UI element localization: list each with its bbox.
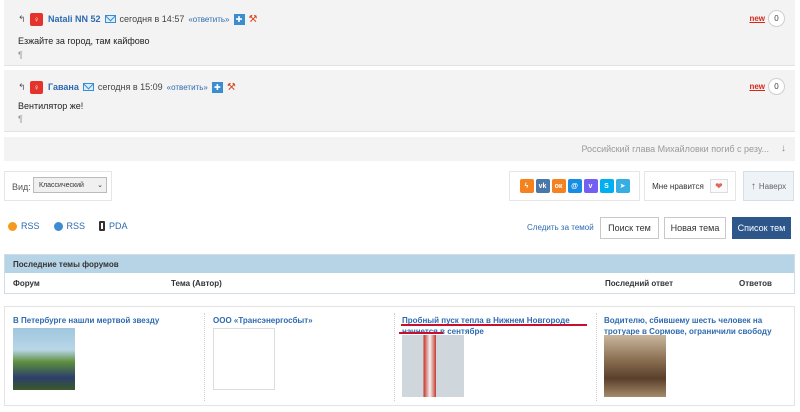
news-card[interactable]: ООО «Трансэнергосбыт» — [213, 315, 393, 326]
arrow-down-icon[interactable]: ↓ — [781, 143, 786, 154]
chevron-down-icon: ⌄ — [97, 182, 103, 189]
forum-table-title: Последние темы форумов — [5, 255, 794, 273]
vk-icon[interactable]: vk — [535, 179, 550, 193]
telegram-icon[interactable]: ➤ — [615, 179, 630, 193]
red-underline-annotation — [399, 332, 443, 334]
search-topics-button[interactable]: Поиск тем — [600, 217, 659, 239]
news-image[interactable] — [402, 335, 464, 397]
rss-link[interactable]: RSS — [21, 221, 40, 231]
forum-table-columns: Форум Тема (Автор) Последний ответ Ответ… — [5, 273, 794, 295]
follow-topic-link[interactable]: Следить за темой — [527, 223, 594, 232]
view-selected-value: Классический — [39, 181, 84, 189]
reply-link[interactable]: «ответить» — [167, 83, 208, 92]
news-image-placeholder[interactable] — [213, 328, 275, 390]
rating-counter[interactable]: 0 — [768, 78, 785, 95]
news-title[interactable]: ООО «Трансэнергосбыт» — [213, 316, 313, 325]
view-label: Вид: — [12, 182, 31, 192]
forum-table: Последние темы форумов Форум Тема (Автор… — [4, 254, 795, 294]
back-to-top-label: Наверх — [758, 181, 787, 191]
rss-link-2[interactable]: RSS — [67, 221, 86, 231]
gift-icon[interactable]: ✚ — [233, 13, 245, 25]
feed-links: RSS RSS PDA — [8, 221, 128, 231]
divider — [204, 313, 205, 401]
next-news-link[interactable]: Российский глава Михайловки погиб с резу… — [581, 144, 769, 154]
new-badge[interactable]: new — [749, 14, 765, 23]
like-widget: Мне нравится ❤ — [644, 171, 736, 201]
mail-icon[interactable] — [82, 83, 94, 91]
column-topic: Тема (Автор) — [171, 279, 222, 288]
comment-1: ↰ ♀ Natali NN 52 сегодня в 14:57 «ответи… — [4, 0, 795, 66]
news-image[interactable] — [604, 335, 666, 397]
rating-counter[interactable]: 0 — [768, 10, 785, 27]
comment-time: сегодня в 14:57 — [119, 14, 185, 24]
news-title[interactable]: Водителю, сбившему шесть человек на трот… — [604, 316, 772, 336]
pilcrow-icon: ¶ — [18, 114, 23, 124]
comment-text: Езжайте за город, там кайфово — [18, 36, 150, 46]
pda-link[interactable]: PDA — [109, 221, 128, 231]
like-label: Мне нравится — [652, 181, 704, 191]
divider — [596, 313, 597, 401]
comment-header: ↰ ♀ Гавана сегодня в 15:09 «ответить» ✚ … — [18, 80, 236, 94]
gift-icon[interactable]: ✚ — [211, 81, 223, 93]
red-underline-annotation — [401, 324, 587, 326]
related-news: В Петербурге нашли мертвой звезду «Дома-… — [4, 306, 795, 406]
news-image[interactable] — [13, 328, 75, 390]
rss-icon — [8, 221, 17, 231]
new-badge[interactable]: new — [749, 82, 765, 91]
hammer-icon[interactable]: ⚒ — [249, 14, 258, 25]
avatar[interactable]: ♀ — [30, 12, 43, 26]
next-news-bar[interactable]: Российский глава Михайловки погиб с резу… — [4, 137, 795, 161]
comment-author[interactable]: Гавана — [48, 82, 79, 92]
reply-link[interactable]: «ответить» — [188, 15, 229, 24]
arrow-up-icon: ↑ — [750, 180, 756, 192]
reply-arrow-icon[interactable]: ↰ — [18, 82, 30, 93]
skype-icon[interactable]: S — [599, 179, 614, 193]
hammer-icon[interactable]: ⚒ — [227, 82, 236, 93]
mail-icon[interactable]: @ — [567, 179, 582, 193]
column-replies: Ответов — [739, 279, 772, 288]
back-to-top-button[interactable]: ↑ Наверх — [743, 171, 794, 201]
reply-arrow-icon[interactable]: ↰ — [18, 14, 30, 25]
avatar[interactable]: ♀ — [30, 80, 43, 94]
heart-icon[interactable]: ❤ — [709, 179, 728, 193]
divider — [394, 313, 395, 401]
rss-blue-icon — [53, 221, 63, 231]
share-buttons: ϟ vk ок @ v S ➤ — [509, 171, 640, 201]
odnoklassniki-icon[interactable]: ок — [551, 179, 566, 193]
comment-text: Вентилятор же! — [18, 101, 84, 111]
pilcrow-icon: ¶ — [18, 50, 23, 60]
topic-list-button[interactable]: Список тем — [732, 217, 791, 239]
column-last-reply: Последний ответ — [605, 279, 674, 288]
comment-time: сегодня в 15:09 — [97, 82, 163, 92]
comment-author[interactable]: Natali NN 52 — [48, 14, 101, 24]
comment-2: ↰ ♀ Гавана сегодня в 15:09 «ответить» ✚ … — [4, 70, 795, 132]
viber-icon[interactable]: v — [583, 179, 598, 193]
view-select[interactable]: Классический ⌄ — [33, 177, 107, 193]
comment-header: ↰ ♀ Natali NN 52 сегодня в 14:57 «ответи… — [18, 12, 257, 26]
mail-icon[interactable] — [104, 15, 116, 23]
new-topic-button[interactable]: Новая тема — [664, 217, 726, 239]
lightning-icon[interactable]: ϟ — [519, 179, 534, 193]
news-card[interactable]: Водителю, сбившему шесть человек на трот… — [604, 315, 790, 337]
phone-icon — [99, 221, 106, 231]
column-forum: Форум — [13, 279, 40, 288]
